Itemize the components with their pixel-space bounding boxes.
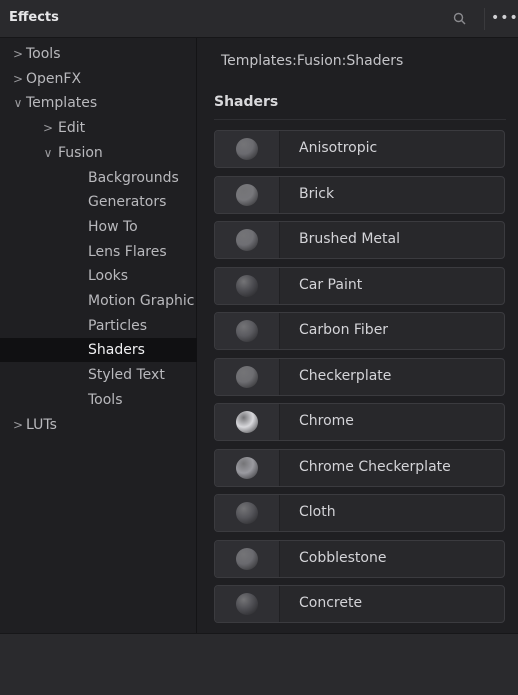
- shader-tile-label: Anisotropic: [299, 140, 378, 156]
- effects-panel: Effects ••• > Tools > OpenFX ∨ Templates > Edit…: [0, 0, 518, 695]
- anisotropic-shader-icon: [236, 138, 258, 160]
- shader-tile[interactable]: Chrome Checkerplate: [214, 448, 505, 487]
- tree-item-label: OpenFX: [26, 70, 82, 87]
- shader-thumbnail: [215, 404, 280, 440]
- tree-item-label: Motion Graphic: [88, 293, 195, 309]
- tree-item-label: Tools: [88, 391, 123, 408]
- chevron-down-icon[interactable]: ∨: [42, 141, 54, 165]
- shader-thumbnail: [215, 222, 280, 258]
- chrome-checkerplate-shader-icon: [236, 456, 258, 479]
- shader-tile[interactable]: Concrete: [214, 585, 505, 623]
- shader-tile-label: Carbon Fiber: [299, 322, 389, 338]
- shader-thumbnail: [215, 449, 280, 486]
- chevron-down-icon[interactable]: ∨: [12, 91, 24, 115]
- shader-tile[interactable]: Car Paint: [214, 266, 505, 305]
- shader-thumbnail: [215, 131, 280, 167]
- shader-thumbnail: [215, 586, 280, 622]
- tree-item-label: LUTs: [26, 416, 57, 433]
- tree-item-how-to[interactable]: How To: [0, 215, 197, 239]
- tree-item-luts[interactable]: > LUTs: [0, 413, 197, 437]
- concrete-shader-icon: [236, 593, 258, 615]
- shader-tile-label: Chrome Checkerplate: [299, 458, 451, 475]
- car-paint-shader-icon: [236, 274, 258, 297]
- chrome-shader-icon: [236, 411, 258, 433]
- bottom-bar: [0, 633, 518, 695]
- checkerplate-shader-icon: [236, 365, 258, 388]
- tree-item-label: Fusion: [58, 144, 103, 161]
- tree-item-label: Particles: [88, 317, 148, 334]
- chevron-right-icon[interactable]: >: [12, 67, 24, 91]
- shader-thumbnail: [215, 540, 280, 577]
- shader-tile-label: Checkerplate: [299, 367, 392, 384]
- tree-item-particles[interactable]: Particles: [0, 314, 197, 338]
- tree-item-label: Backgrounds: [88, 169, 179, 186]
- cobblestone-shader-icon: [236, 547, 258, 570]
- section-title: Shaders: [214, 94, 279, 110]
- tree-item-label: Lens Flares: [88, 243, 167, 260]
- effects-browser: Templates:Fusion:Shaders Shaders Anisotr…: [198, 38, 518, 633]
- tree-item-label: Looks: [88, 268, 129, 285]
- shader-tile-label: Car Paint: [299, 276, 363, 293]
- tree-item-lens-flares[interactable]: Lens Flares: [0, 240, 197, 264]
- panel-header: Effects •••: [0, 0, 518, 38]
- carbon-fiber-shader-icon: [236, 320, 258, 342]
- shader-thumbnail: [215, 495, 280, 531]
- tree-item-label: How To: [88, 218, 138, 235]
- shader-thumbnail: [215, 176, 280, 213]
- shader-tile[interactable]: Chrome: [214, 403, 505, 441]
- brushed-metal-shader-icon: [236, 229, 258, 251]
- shader-thumbnail: [215, 313, 280, 349]
- tree-item-openfx[interactable]: > OpenFX: [0, 67, 197, 91]
- tree-item-label: Shaders: [88, 342, 145, 359]
- shader-tile-label: Concrete: [299, 595, 363, 611]
- shader-tile[interactable]: Cobblestone: [214, 539, 505, 578]
- breadcrumb: Templates:Fusion:Shaders: [221, 53, 404, 69]
- tree-item-motion-graphic[interactable]: Motion Graphic: [0, 289, 197, 313]
- tree-item-fusion[interactable]: ∨ Fusion: [0, 141, 197, 165]
- shader-tile-label: Brick: [299, 185, 335, 202]
- shader-tile[interactable]: Checkerplate: [214, 357, 505, 396]
- tree-item-label: Generators: [88, 194, 167, 211]
- tree-item-edit[interactable]: > Edit: [0, 116, 197, 140]
- category-tree: > Tools > OpenFX ∨ Templates > Edit ∨ Fusion Backg…: [0, 38, 197, 633]
- shader-tile-label: Brushed Metal: [299, 231, 401, 247]
- tree-item-label: Styled Text: [88, 367, 165, 384]
- shader-thumbnail: [215, 358, 280, 395]
- shader-tile[interactable]: Anisotropic: [214, 130, 505, 168]
- tree-item-styled-text[interactable]: Styled Text: [0, 363, 197, 387]
- tree-item-label: Edit: [58, 120, 86, 137]
- shader-thumbnail: [215, 267, 280, 304]
- tree-item-tools[interactable]: Tools: [0, 388, 197, 412]
- chevron-right-icon[interactable]: >: [12, 42, 24, 66]
- shader-tile[interactable]: Carbon Fiber: [214, 312, 505, 350]
- shader-tile[interactable]: Cloth: [214, 494, 505, 532]
- more-options-icon[interactable]: •••: [484, 8, 518, 30]
- tree-item-templates[interactable]: ∨ Templates: [0, 91, 197, 115]
- tree-item-looks[interactable]: Looks: [0, 264, 197, 288]
- shader-tile[interactable]: Brushed Metal: [214, 221, 505, 259]
- shader-tile-label: Cobblestone: [299, 549, 387, 566]
- search-icon[interactable]: [452, 11, 468, 27]
- tree-item-generators[interactable]: Generators: [0, 190, 197, 214]
- tree-item-label: Tools: [26, 46, 61, 62]
- brick-shader-icon: [236, 183, 258, 206]
- shader-tile[interactable]: Brick: [214, 175, 505, 214]
- tree-item-tools[interactable]: > Tools: [0, 42, 197, 66]
- chevron-right-icon[interactable]: >: [42, 116, 54, 140]
- cloth-shader-icon: [236, 502, 258, 524]
- tree-item-backgrounds[interactable]: Backgrounds: [0, 166, 197, 190]
- chevron-right-icon[interactable]: >: [12, 413, 24, 437]
- section-divider: [214, 119, 506, 120]
- shader-tile-label: Cloth: [299, 504, 336, 520]
- panel-title: Effects: [9, 10, 59, 25]
- shader-tile-label: Chrome: [299, 413, 354, 429]
- tree-item-shaders[interactable]: Shaders: [0, 338, 197, 363]
- tree-item-label: Templates: [26, 95, 98, 112]
